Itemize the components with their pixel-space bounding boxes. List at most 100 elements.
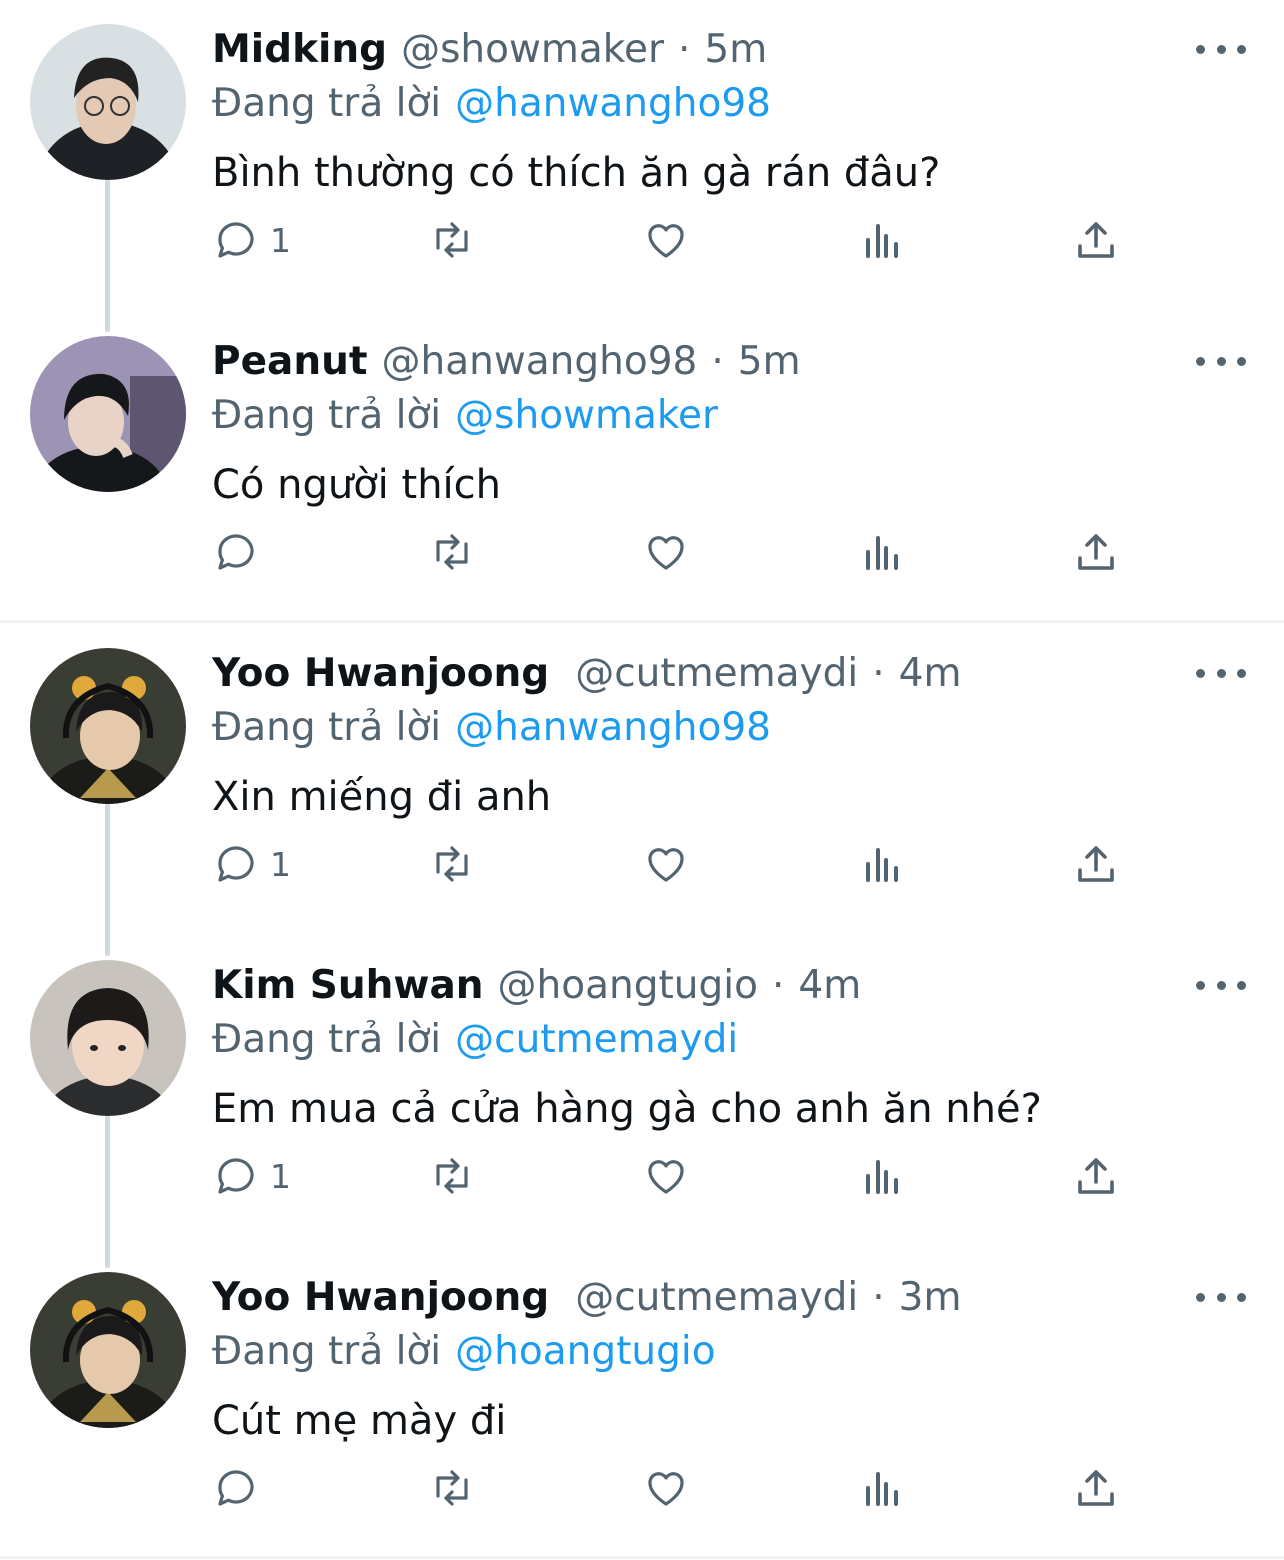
action-bar: 1 (0, 1146, 1284, 1206)
display-name[interactable]: Yoo Hwanjoong (212, 651, 549, 696)
retweet-button[interactable] (428, 834, 476, 894)
tweet[interactable]: Kim Suhwan @hoangtugio · 4m Đang trả lời @cu… (0, 936, 1284, 1248)
retweet-button[interactable] (428, 210, 476, 270)
mention-link[interactable]: @showmaker (455, 393, 718, 438)
tweet[interactable]: Yoo Hwanjoong @cutmemaydi · 3m Đang trả lời… (0, 1248, 1284, 1560)
avatar[interactable] (30, 1272, 186, 1428)
display-name[interactable]: Yoo Hwanjoong (212, 1275, 549, 1320)
tweet-header: Yoo Hwanjoong @cutmemaydi · 3m (212, 1274, 961, 1322)
share-icon (1078, 1470, 1114, 1506)
reply-icon (218, 846, 254, 882)
like-button[interactable] (642, 522, 690, 582)
share-icon (1078, 1158, 1114, 1194)
views-button[interactable] (858, 210, 906, 270)
replying-prefix: Đang trả lời (212, 1329, 442, 1374)
retweet-icon (436, 222, 468, 258)
reply-button[interactable] (212, 522, 270, 582)
like-button[interactable] (642, 210, 690, 270)
heart-icon (648, 1160, 684, 1194)
replying-prefix: Đang trả lời (212, 705, 442, 750)
tweet[interactable]: Peanut @hanwangho98 · 5m Đang trả lời @showm… (0, 312, 1284, 624)
display-name[interactable]: Midking (212, 27, 387, 72)
retweet-button[interactable] (428, 1458, 476, 1518)
analytics-icon (866, 848, 898, 882)
action-bar: 1 (0, 210, 1284, 270)
action-bar: 1 (0, 834, 1284, 894)
share-button[interactable] (1072, 210, 1120, 270)
more-icon[interactable] (1196, 970, 1246, 1000)
replying-to: Đang trả lời @hanwangho98 (212, 80, 771, 128)
more-icon[interactable] (1196, 346, 1246, 376)
avatar[interactable] (30, 24, 186, 180)
share-button[interactable] (1072, 522, 1120, 582)
avatar[interactable] (30, 336, 186, 492)
user-handle[interactable]: @hoangtugio (498, 963, 758, 1008)
views-button[interactable] (858, 1458, 906, 1518)
more-icon[interactable] (1196, 34, 1246, 64)
views-button[interactable] (858, 834, 906, 894)
tweet-header: Midking @showmaker · 5m (212, 26, 767, 74)
user-handle[interactable]: @hanwangho98 (382, 339, 698, 384)
avatar[interactable] (30, 648, 186, 804)
reply-button[interactable]: 1 (212, 210, 291, 270)
replying-to: Đang trả lời @cutmemaydi (212, 1016, 738, 1064)
timestamp[interactable]: 4m (899, 651, 962, 696)
action-bar (0, 1458, 1284, 1518)
user-handle[interactable]: @cutmemaydi (575, 651, 858, 696)
tweet-text: Có người thích (212, 462, 502, 508)
display-name[interactable]: Peanut (212, 339, 368, 384)
tweet-text: Em mua cả cửa hàng gà cho anh ăn nhé? (212, 1086, 1042, 1132)
timestamp[interactable]: 5m (738, 339, 801, 384)
reply-count: 1 (270, 1156, 291, 1196)
share-button[interactable] (1072, 1458, 1120, 1518)
separator-dot: · (711, 339, 724, 384)
views-button[interactable] (858, 1146, 906, 1206)
user-handle[interactable]: @cutmemaydi (575, 1275, 858, 1320)
display-name[interactable]: Kim Suhwan (212, 963, 484, 1008)
separator-dot: · (678, 27, 691, 72)
mention-link[interactable]: @hanwangho98 (455, 81, 771, 126)
more-icon[interactable] (1196, 658, 1246, 688)
like-button[interactable] (642, 1146, 690, 1206)
replying-to: Đang trả lời @hanwangho98 (212, 704, 771, 752)
reply-count: 1 (270, 844, 291, 884)
like-button[interactable] (642, 1458, 690, 1518)
tweet[interactable]: Yoo Hwanjoong @cutmemaydi · 4m Đang trả lời… (0, 624, 1284, 936)
avatar-image (30, 1272, 186, 1428)
views-button[interactable] (858, 522, 906, 582)
timestamp[interactable]: 4m (798, 963, 861, 1008)
reply-icon (218, 222, 254, 258)
avatar[interactable] (30, 960, 186, 1116)
reply-button[interactable]: 1 (212, 834, 291, 894)
retweet-button[interactable] (428, 1146, 476, 1206)
replying-prefix: Đang trả lời (212, 1017, 442, 1062)
mention-link[interactable]: @cutmemaydi (455, 1017, 738, 1062)
timestamp[interactable]: 3m (899, 1275, 962, 1320)
share-button[interactable] (1072, 834, 1120, 894)
user-handle[interactable]: @showmaker (401, 27, 664, 72)
share-button[interactable] (1072, 1146, 1120, 1206)
mention-link[interactable]: @hoangtugio (455, 1329, 715, 1374)
tweet[interactable]: Midking @showmaker · 5m Đang trả lời @hanwan… (0, 0, 1284, 312)
replying-prefix: Đang trả lời (212, 393, 442, 438)
retweet-icon (436, 846, 468, 882)
reply-button[interactable] (212, 1458, 270, 1518)
reply-icon (218, 1470, 254, 1506)
replying-prefix: Đang trả lời (212, 81, 442, 126)
timestamp[interactable]: 5m (704, 27, 767, 72)
heart-icon (648, 848, 684, 882)
thread-divider (0, 620, 1284, 623)
heart-icon (648, 536, 684, 570)
more-icon[interactable] (1196, 1282, 1246, 1312)
reply-icon (218, 534, 254, 570)
reply-button[interactable]: 1 (212, 1146, 291, 1206)
tweet-header: Kim Suhwan @hoangtugio · 4m (212, 962, 861, 1010)
like-button[interactable] (642, 834, 690, 894)
share-icon (1078, 222, 1114, 258)
retweet-button[interactable] (428, 522, 476, 582)
replying-to: Đang trả lời @hoangtugio (212, 1328, 716, 1376)
tweet-text: Xin miếng đi anh (212, 774, 552, 820)
mention-link[interactable]: @hanwangho98 (455, 705, 771, 750)
reply-count: 1 (270, 220, 291, 260)
avatar-image (30, 336, 186, 492)
